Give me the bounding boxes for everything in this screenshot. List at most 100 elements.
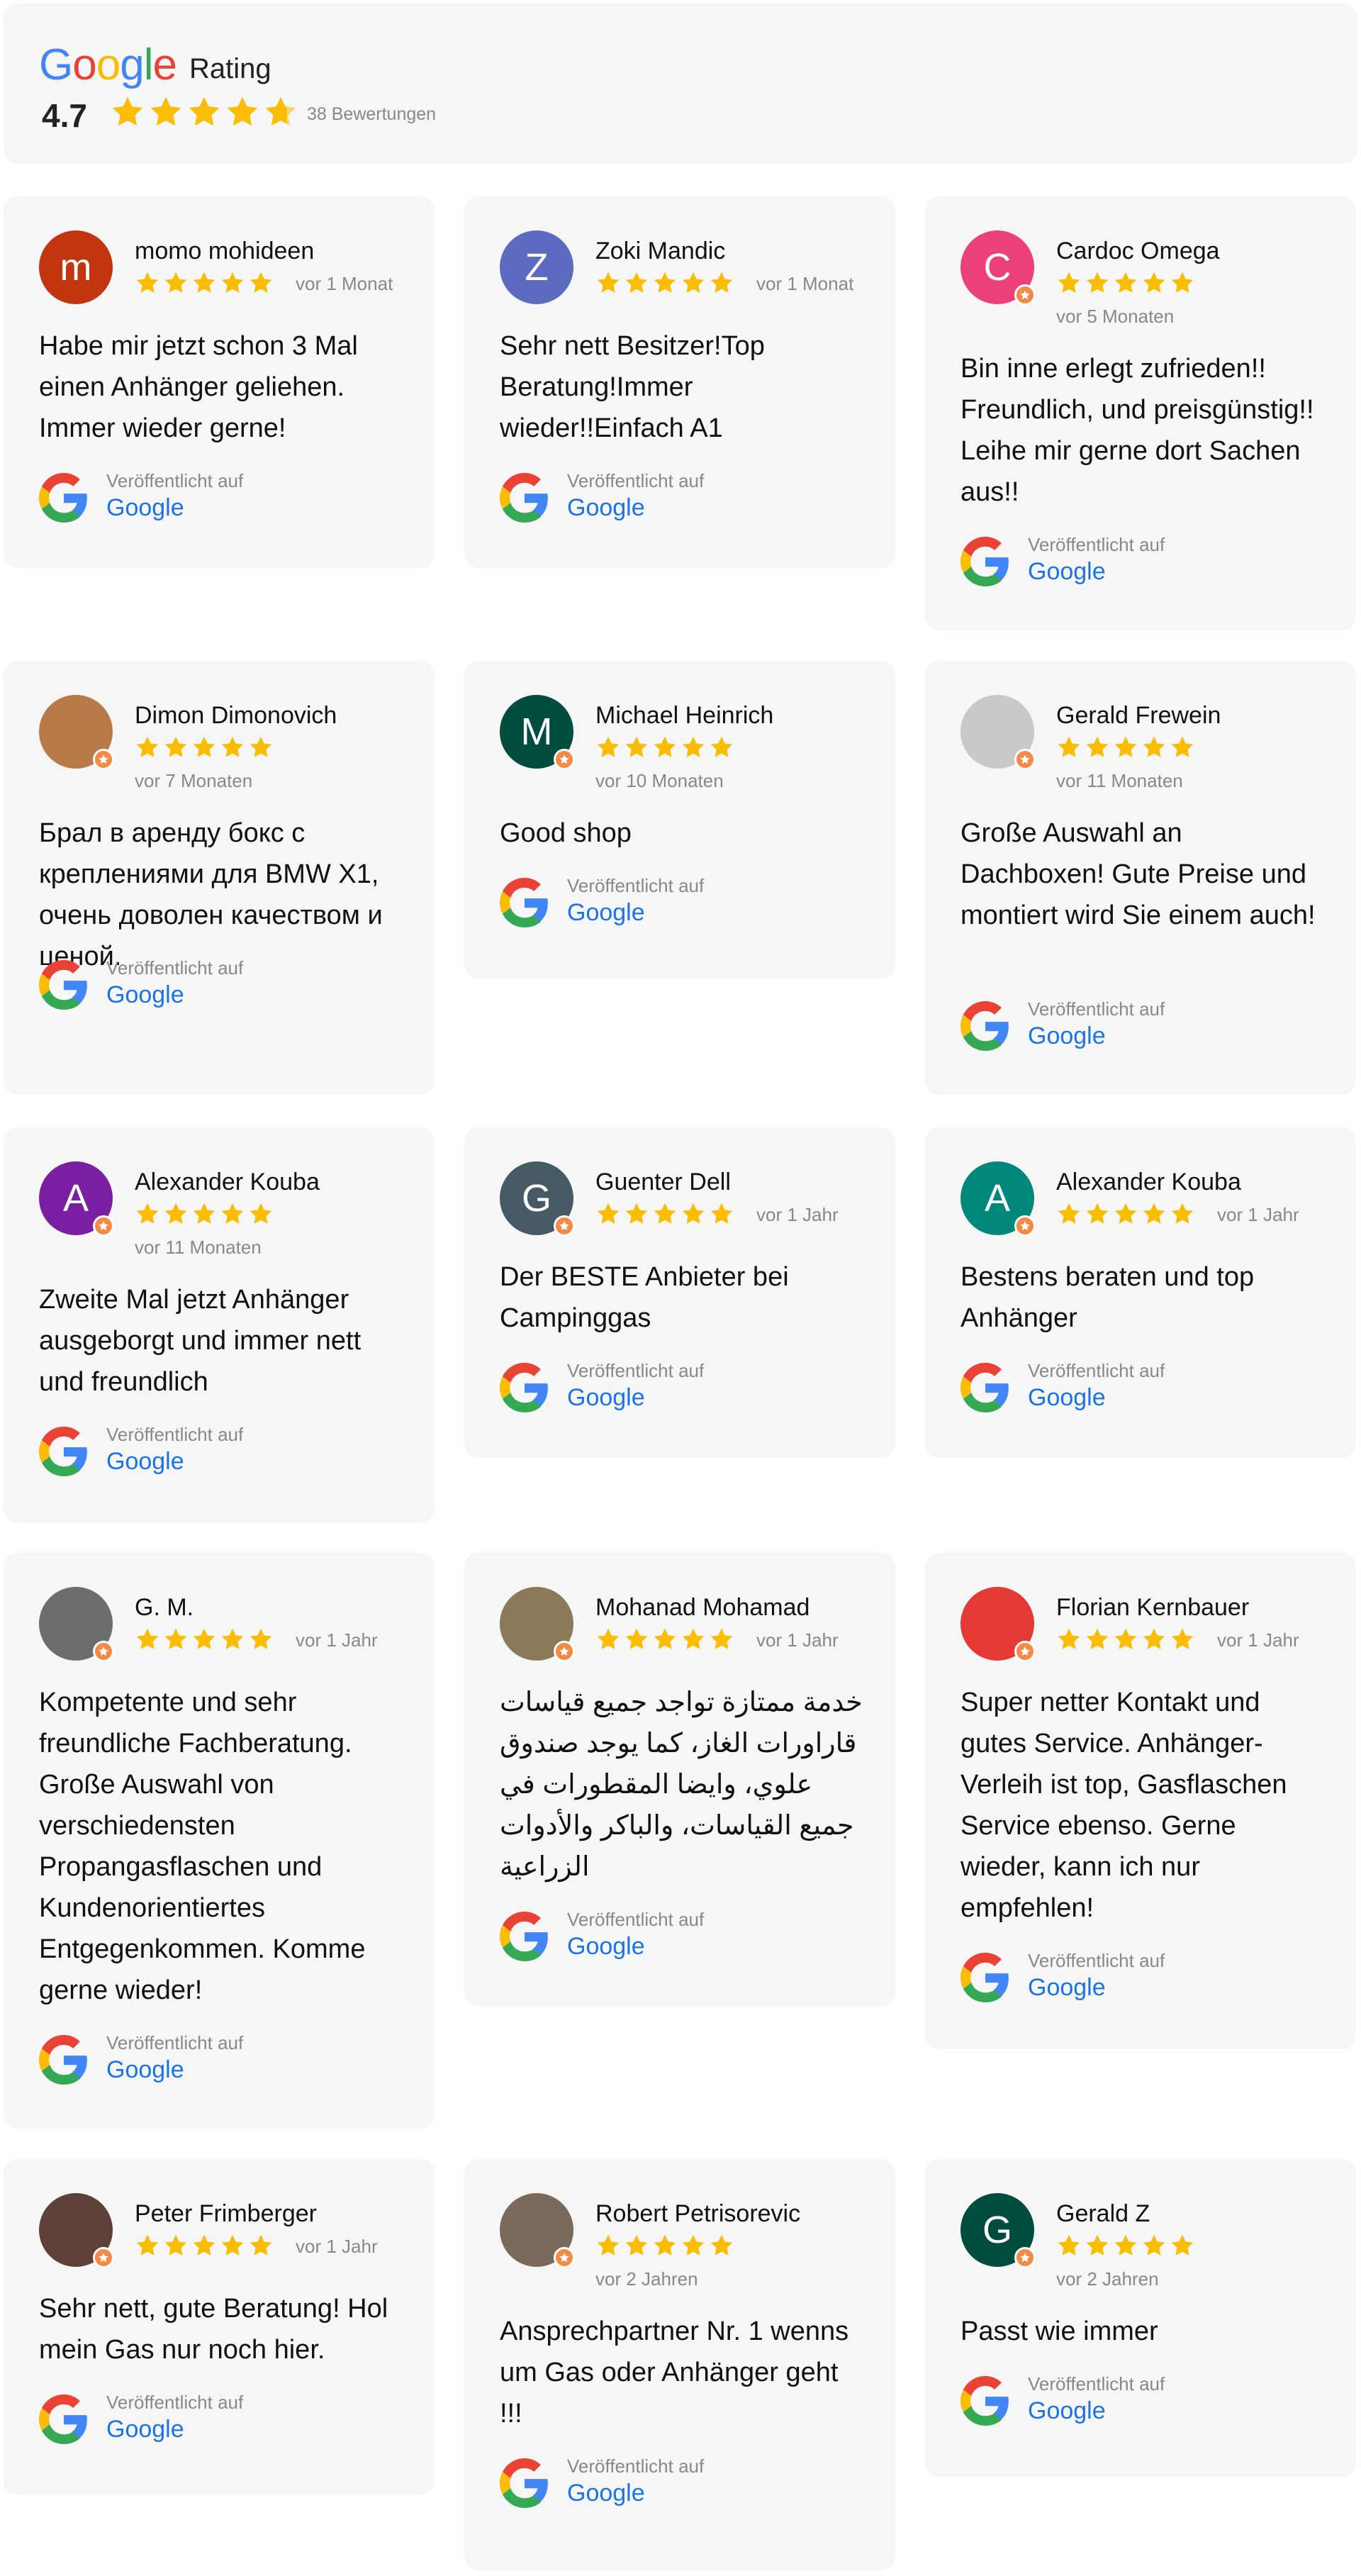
avatar[interactable]: A	[960, 1161, 1036, 1237]
google-link[interactable]: Google	[567, 2480, 645, 2507]
google-link[interactable]: Google	[567, 1933, 645, 1961]
published-label: Veröffentlicht auf	[567, 1360, 705, 1381]
star-icon	[1171, 1628, 1194, 1649]
star-icon	[136, 736, 159, 757]
star-icon	[1114, 1628, 1137, 1649]
avatar[interactable]: M	[500, 695, 575, 770]
review-stars	[135, 1201, 274, 1227]
review-card: Florian Kernbauer vor 1 Jahr Super netter …	[925, 1553, 1356, 2049]
reviewer-name[interactable]: Peter Frimberger	[135, 2200, 317, 2228]
google-link[interactable]: Google	[1028, 1022, 1106, 1050]
avatar[interactable]: Z	[500, 230, 573, 304]
star-icon	[164, 736, 187, 757]
review-card: Gerald Frewein vor 11 Monaten Große Auswah…	[925, 661, 1356, 1095]
google-g-icon	[500, 2458, 548, 2508]
reviewer-name[interactable]: Gerald Z	[1056, 2200, 1150, 2228]
star-icon	[1058, 1203, 1080, 1224]
google-link[interactable]: Google	[106, 494, 184, 522]
reviewer-name[interactable]: Robert Petrisorevic	[595, 2200, 800, 2228]
reviewer-name[interactable]: Guenter Dell	[595, 1169, 731, 1196]
avatar[interactable]	[500, 2193, 575, 2268]
google-g-icon	[960, 2376, 1009, 2426]
local-guide-badge-icon	[93, 1215, 114, 1237]
star-icon	[250, 736, 272, 757]
google-link[interactable]: Google	[1028, 558, 1106, 586]
google-link[interactable]: Google	[106, 2416, 184, 2443]
avatar[interactable]	[39, 1587, 114, 1662]
star-icon	[710, 2234, 733, 2256]
published-label: Veröffentlicht auf	[106, 470, 244, 491]
star-icon	[1086, 1203, 1109, 1224]
review-text: Bin inne erlegt zufrieden!! Freundlich, …	[960, 354, 1314, 507]
google-link[interactable]: Google	[1028, 1384, 1106, 1412]
review-stars	[595, 1627, 734, 1652]
review-date: vor 1 Jahr	[1217, 1629, 1299, 1651]
star-icon	[710, 1628, 733, 1649]
google-link[interactable]: Google	[1028, 1974, 1106, 2002]
avatar[interactable]: C	[960, 230, 1036, 306]
star-icon	[654, 1628, 676, 1649]
review-stars	[135, 1627, 274, 1652]
reviewer-name[interactable]: Florian Kernbauer	[1056, 1594, 1249, 1622]
avatar[interactable]: G	[960, 2193, 1036, 2268]
reviewer-name[interactable]: momo mohideen	[135, 238, 314, 265]
reviewer-name[interactable]: Cardoc Omega	[1056, 238, 1220, 265]
reviewer-name[interactable]: Mohanad Mohamad	[595, 1594, 810, 1622]
google-g-icon	[960, 1953, 1009, 2002]
star-icon	[625, 272, 648, 293]
review-text: Bestens beraten und top Anhänger	[960, 1262, 1255, 1333]
google-link[interactable]: Google	[567, 494, 645, 522]
google-link[interactable]: Google	[1028, 2397, 1106, 2425]
local-guide-badge-icon	[93, 1641, 114, 1662]
avatar[interactable]	[39, 2193, 114, 2268]
star-icon	[682, 736, 705, 757]
reviewer-name[interactable]: Alexander Kouba	[1056, 1169, 1241, 1196]
avatar[interactable]: G	[500, 1161, 575, 1237]
review-card: G Guenter Dell vor 1 Jahr Der BESTE Anbiete…	[464, 1127, 895, 1458]
review-text: Sehr nett, gute Beratung! Hol mein Gas n…	[39, 2294, 388, 2365]
avatar[interactable]	[39, 695, 114, 770]
review-count[interactable]: 38 Bewertungen	[307, 104, 436, 125]
star-icon	[682, 1203, 705, 1224]
star-icon	[625, 1628, 648, 1649]
google-link[interactable]: Google	[567, 1384, 645, 1412]
avatar[interactable]	[960, 1587, 1036, 1662]
avatar[interactable]	[960, 695, 1036, 770]
star-icon	[1171, 736, 1194, 757]
review-stars	[595, 1201, 734, 1227]
google-link[interactable]: Google	[106, 981, 184, 1009]
review-date: vor 5 Monaten	[1056, 306, 1175, 327]
review-stars	[135, 270, 274, 296]
star-icon	[654, 272, 676, 293]
review-stars	[135, 735, 274, 760]
review-date: vor 1 Jahr	[756, 1629, 839, 1651]
reviewer-name[interactable]: Zoki Mandic	[595, 238, 725, 265]
review-stars	[595, 2233, 734, 2258]
review-text: Good shop	[500, 818, 632, 848]
star-icon	[221, 736, 244, 757]
google-link[interactable]: Google	[106, 2056, 184, 2084]
reviewer-name[interactable]: Dimon Dimonovich	[135, 702, 337, 730]
avatar[interactable]	[500, 1587, 575, 1662]
google-link[interactable]: Google	[106, 1448, 184, 1476]
google-link[interactable]: Google	[567, 899, 645, 927]
star-icon	[597, 1628, 620, 1649]
star-icon	[1143, 1203, 1165, 1224]
reviewer-name[interactable]: Alexander Kouba	[135, 1169, 320, 1196]
reviewer-name[interactable]: G. M.	[135, 1594, 194, 1622]
avatar[interactable]: A	[39, 1161, 114, 1237]
published-label: Veröffentlicht auf	[567, 1909, 705, 1930]
avatar[interactable]: m	[39, 230, 113, 304]
star-icon	[136, 272, 159, 293]
reviewer-name[interactable]: Michael Heinrich	[595, 702, 773, 730]
star-icon	[164, 1628, 187, 1649]
star-icon	[164, 1203, 187, 1224]
google-g-icon	[500, 1912, 548, 1961]
review-card: C Cardoc Omega vor 5 Monaten Bin inne erleg…	[925, 196, 1356, 630]
reviewer-name[interactable]: Gerald Frewein	[1056, 702, 1221, 730]
star-icon	[1143, 272, 1165, 293]
star-icon	[1143, 1628, 1165, 1649]
local-guide-badge-icon	[1014, 1641, 1036, 1662]
published-label: Veröffentlicht auf	[1028, 1360, 1165, 1381]
star-icon	[250, 2234, 272, 2256]
